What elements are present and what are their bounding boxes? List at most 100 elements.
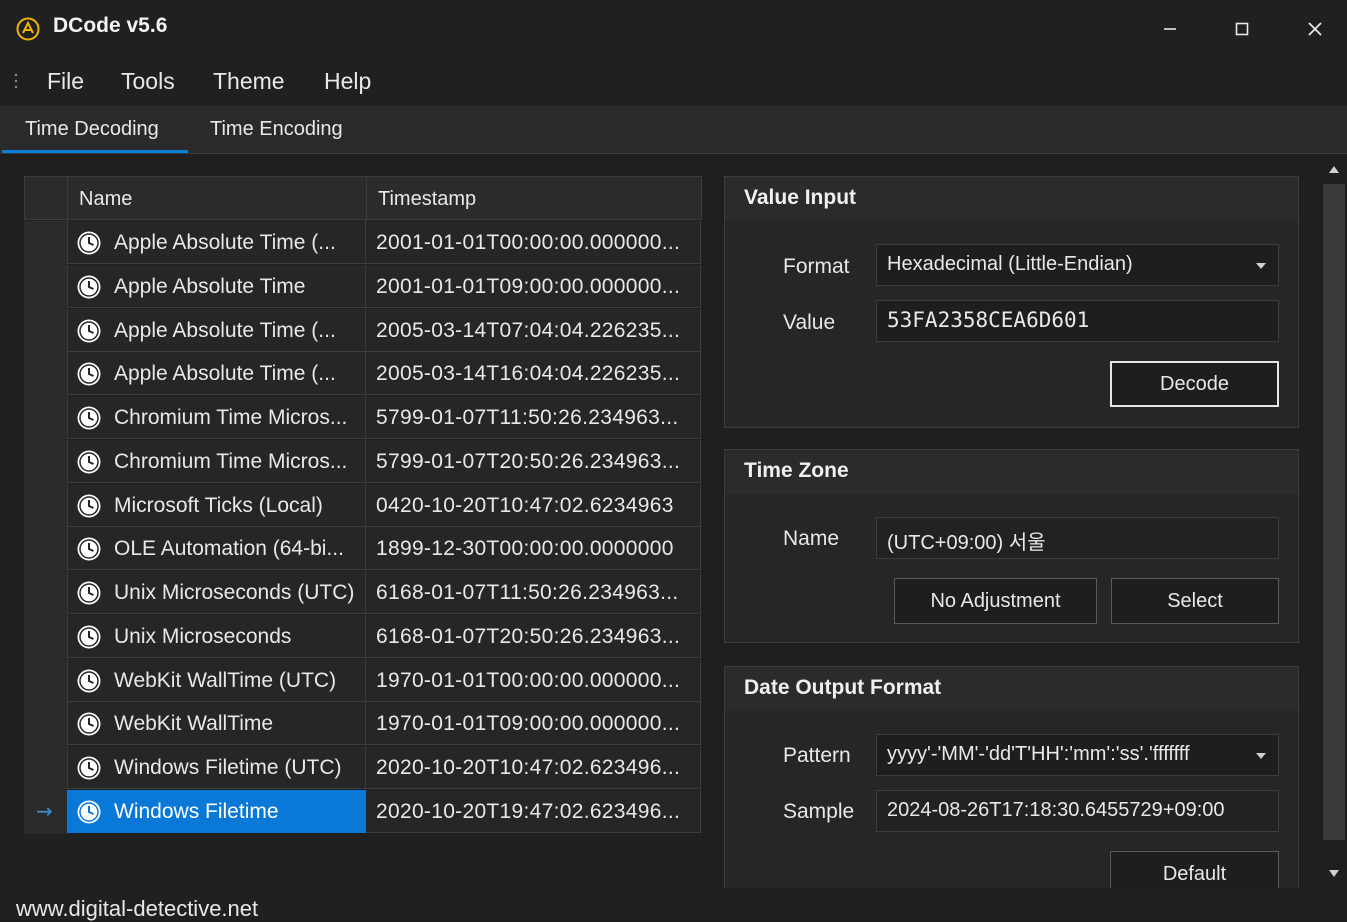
- name-cell[interactable]: Apple Absolute Time (...: [67, 352, 366, 396]
- row-timestamp: 5799-01-07T11:50:26.234963...: [376, 406, 679, 429]
- table-row[interactable]: Apple Absolute Time (... 2005-03-14T07:04…: [24, 308, 702, 353]
- row-selector[interactable]: [24, 746, 67, 790]
- results-grid[interactable]: Name Timestamp Apple Absolute Time (... 2…: [24, 176, 702, 888]
- timestamp-cell[interactable]: 6168-01-07T20:50:26.234963...: [366, 614, 701, 658]
- timestamp-cell[interactable]: 1970-01-01T09:00:00.000000...: [366, 702, 701, 746]
- menu-help[interactable]: Help: [324, 68, 371, 95]
- table-row[interactable]: Windows Filetime (UTC) 2020-10-20T10:47:0…: [24, 746, 702, 790]
- timestamp-cell[interactable]: 1970-01-01T00:00:00.000000...: [366, 658, 701, 702]
- table-row[interactable]: WebKit WallTime (UTC) 1970-01-01T00:00:00…: [24, 658, 702, 703]
- sample-label: Sample: [783, 800, 855, 823]
- tab-time-decoding[interactable]: Time Decoding: [25, 118, 159, 141]
- row-name: Unix Microseconds (UTC): [114, 581, 355, 604]
- scroll-down-icon[interactable]: [1329, 870, 1339, 877]
- row-selector[interactable]: [24, 221, 67, 265]
- timestamp-cell[interactable]: 2020-10-20T10:47:02.623496...: [366, 746, 701, 789]
- row-selector[interactable]: [24, 702, 67, 747]
- row-selector[interactable]: [24, 658, 67, 703]
- close-button[interactable]: [1295, 12, 1335, 46]
- website-link[interactable]: www.digital-detective.net: [16, 896, 258, 922]
- table-row[interactable]: Chromium Time Micros... 5799-01-07T20:50:…: [24, 439, 702, 484]
- name-cell[interactable]: Windows Filetime: [67, 789, 366, 833]
- row-selector[interactable]: [24, 439, 67, 484]
- name-cell[interactable]: Unix Microseconds (UTC): [67, 571, 366, 614]
- name-cell[interactable]: Windows Filetime (UTC): [67, 746, 366, 789]
- clock-icon: [77, 537, 101, 561]
- pattern-label: Pattern: [783, 744, 851, 767]
- row-selector[interactable]: [24, 396, 67, 440]
- name-cell[interactable]: Unix Microseconds: [67, 614, 366, 658]
- row-timestamp: 2020-10-20T19:47:02.623496...: [376, 799, 681, 823]
- pattern-select[interactable]: yyyy'-'MM'-'dd'T'HH':'mm':'ss'.'fffffff: [876, 734, 1279, 776]
- table-row[interactable]: Apple Absolute Time (... 2005-03-14T16:04…: [24, 352, 702, 397]
- name-cell[interactable]: WebKit WallTime: [67, 702, 366, 746]
- sample-field: 2024-08-26T17:18:30.6455729+09:00: [876, 790, 1279, 832]
- menu-theme[interactable]: Theme: [213, 68, 285, 95]
- maximize-button[interactable]: [1222, 12, 1262, 46]
- row-selector[interactable]: [24, 264, 67, 309]
- menu-bar: File Tools Theme Help: [0, 58, 1347, 106]
- clock-icon: [77, 712, 101, 736]
- name-cell[interactable]: Chromium Time Micros...: [67, 396, 366, 439]
- name-cell[interactable]: Apple Absolute Time (...: [67, 308, 366, 352]
- column-header-timestamp[interactable]: Timestamp: [378, 188, 476, 211]
- row-selector[interactable]: [24, 614, 67, 659]
- title-bar[interactable]: DCode v5.6: [0, 0, 1347, 58]
- column-header-name[interactable]: Name: [68, 177, 367, 221]
- table-row[interactable]: Apple Absolute Time 2001-01-01T09:00:00.0…: [24, 264, 702, 309]
- row-name: Microsoft Ticks (Local): [114, 493, 323, 517]
- pattern-select-value: yyyy'-'MM'-'dd'T'HH':'mm':'ss'.'fffffff: [887, 743, 1190, 765]
- timestamp-cell[interactable]: 6168-01-07T11:50:26.234963...: [366, 571, 701, 614]
- timestamp-cell[interactable]: 5799-01-07T20:50:26.234963...: [366, 439, 701, 483]
- name-cell[interactable]: OLE Automation (64-bi...: [67, 527, 366, 571]
- row-selector[interactable]: [24, 483, 67, 528]
- scrollbar-thumb[interactable]: [1323, 184, 1345, 840]
- menu-grip-icon[interactable]: [14, 72, 18, 94]
- value-input[interactable]: 53FA2358CEA6D601: [876, 300, 1279, 342]
- clock-icon: [77, 231, 101, 255]
- table-row[interactable]: OLE Automation (64-bi... 1899-12-30T00:00…: [24, 527, 702, 572]
- timestamp-cell[interactable]: 1899-12-30T00:00:00.0000000: [366, 527, 701, 571]
- no-adjustment-button[interactable]: No Adjustment: [894, 578, 1097, 624]
- timestamp-cell[interactable]: 2001-01-01T09:00:00.000000...: [366, 264, 701, 308]
- name-cell[interactable]: WebKit WallTime (UTC): [67, 658, 366, 702]
- name-cell[interactable]: Chromium Time Micros...: [67, 439, 366, 483]
- minimize-button[interactable]: [1150, 12, 1190, 46]
- vertical-scrollbar[interactable]: [1321, 154, 1347, 888]
- tab-time-encoding[interactable]: Time Encoding: [210, 118, 343, 141]
- menu-file[interactable]: File: [47, 68, 84, 95]
- row-timestamp: 2001-01-01T00:00:00.000000...: [376, 231, 681, 254]
- row-timestamp: 2001-01-01T09:00:00.000000...: [376, 274, 681, 298]
- row-selector[interactable]: [24, 352, 67, 397]
- table-row[interactable]: WebKit WallTime 1970-01-01T09:00:00.00000…: [24, 702, 702, 747]
- select-timezone-button[interactable]: Select: [1111, 578, 1279, 624]
- decode-button[interactable]: Decode: [1110, 361, 1279, 407]
- active-tab-indicator: [2, 150, 188, 153]
- row-timestamp: 1970-01-01T00:00:00.000000...: [376, 668, 681, 692]
- name-cell[interactable]: Apple Absolute Time (...: [67, 221, 366, 264]
- row-selector[interactable]: →: [24, 789, 67, 834]
- status-bar: www.digital-detective.net: [0, 888, 1347, 922]
- table-row[interactable]: Unix Microseconds 6168-01-07T20:50:26.234…: [24, 614, 702, 659]
- timestamp-cell[interactable]: 5799-01-07T11:50:26.234963...: [366, 396, 701, 439]
- row-selector[interactable]: [24, 571, 67, 615]
- row-selector[interactable]: [24, 527, 67, 572]
- timestamp-cell[interactable]: 2005-03-14T16:04:04.226235...: [366, 352, 701, 396]
- name-cell[interactable]: Microsoft Ticks (Local): [67, 483, 366, 527]
- row-selector-header[interactable]: [25, 177, 68, 221]
- format-select[interactable]: Hexadecimal (Little-Endian): [876, 244, 1279, 286]
- timestamp-cell[interactable]: 2005-03-14T07:04:04.226235...: [366, 308, 701, 352]
- table-row[interactable]: Unix Microseconds (UTC) 6168-01-07T11:50:…: [24, 571, 702, 615]
- table-row[interactable]: Chromium Time Micros... 5799-01-07T11:50:…: [24, 396, 702, 440]
- table-row[interactable]: Microsoft Ticks (Local) 0420-10-20T10:47:…: [24, 483, 702, 528]
- value-input-group: Value Input Format Hexadecimal (Little-E…: [724, 176, 1299, 428]
- table-row[interactable]: Apple Absolute Time (... 2001-01-01T00:00…: [24, 221, 702, 265]
- timestamp-cell[interactable]: 2001-01-01T00:00:00.000000...: [366, 221, 701, 264]
- table-row[interactable]: → Windows Filetime 2020-10-20T19:47:02.623…: [24, 789, 702, 834]
- scroll-up-icon[interactable]: [1329, 166, 1339, 173]
- timestamp-cell[interactable]: 2020-10-20T19:47:02.623496...: [366, 789, 701, 833]
- timestamp-cell[interactable]: 0420-10-20T10:47:02.6234963: [366, 483, 701, 527]
- menu-tools[interactable]: Tools: [121, 68, 175, 95]
- name-cell[interactable]: Apple Absolute Time: [67, 264, 366, 308]
- row-selector[interactable]: [24, 308, 67, 353]
